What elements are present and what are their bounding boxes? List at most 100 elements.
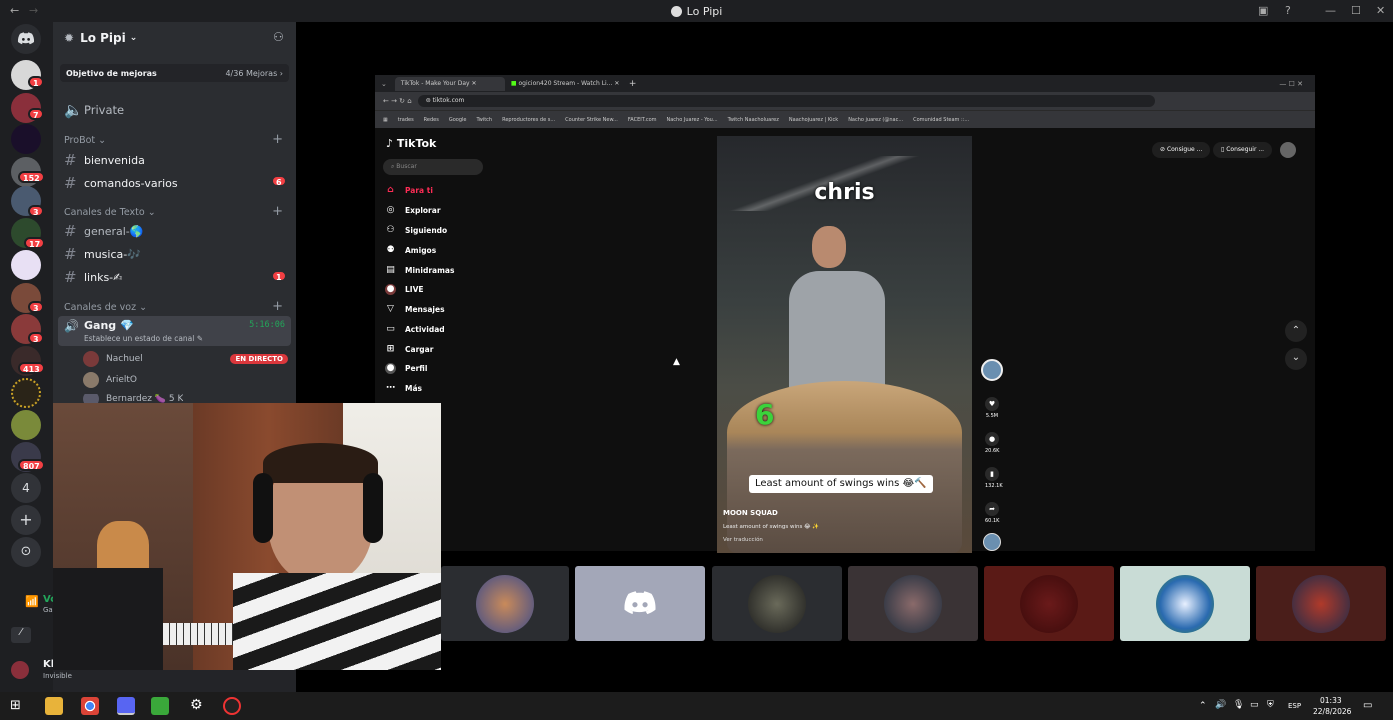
boost-goal[interactable]: Objetivo de mejoras 4/36 Mejoras › bbox=[60, 64, 289, 82]
channel-private[interactable]: 🔈 Private bbox=[64, 101, 124, 119]
bookmark[interactable]: FACEIT.com bbox=[628, 117, 657, 123]
bookmark[interactable]: Redes bbox=[424, 117, 439, 123]
apps-icon[interactable]: ▦ bbox=[383, 117, 388, 123]
explore-icon[interactable]: ⊙ bbox=[11, 537, 41, 567]
server-header[interactable]: ✹ Lo Pipi ⌄ bbox=[64, 31, 137, 45]
participant-tile[interactable] bbox=[1120, 566, 1250, 641]
category-voz[interactable]: Canales de voz ⌄ bbox=[64, 302, 147, 313]
chevron-down-icon[interactable]: ⌄ bbox=[1285, 348, 1307, 370]
tiktok-logo[interactable]: ♪ TikTok bbox=[386, 137, 436, 150]
clock-time[interactable]: 01:33 bbox=[1320, 696, 1342, 705]
tray-chevron-icon[interactable]: ⌃ bbox=[1199, 701, 1207, 711]
chevron-up-icon[interactable]: ⌃ bbox=[1285, 320, 1307, 342]
forward-arrow-icon[interactable]: → bbox=[29, 0, 38, 22]
tiktok-nav-siguiendo[interactable]: ⚇ Siguiendo bbox=[385, 225, 447, 236]
bookmark[interactable]: Counter Strike New... bbox=[565, 117, 618, 123]
avatar[interactable] bbox=[11, 661, 29, 679]
participant-tile[interactable] bbox=[984, 566, 1114, 641]
microphone-icon[interactable]: 🎙 bbox=[1233, 700, 1244, 710]
network-icon[interactable]: ▭ bbox=[1250, 700, 1259, 710]
tiktok-nav-explorar[interactable]: ◎ Explorar bbox=[385, 205, 441, 216]
bookmark[interactable]: Nacho Juarez - You... bbox=[667, 117, 718, 123]
channel-comandos-varios[interactable]: # comandos-varios bbox=[64, 174, 178, 192]
tab-search-icon[interactable]: ⌄ bbox=[381, 80, 387, 88]
tiktok-nav-minidramas[interactable]: ▤ Minidramas bbox=[385, 265, 454, 276]
participant-tile[interactable] bbox=[441, 566, 569, 641]
like-button[interactable]: ♥ 5.5M bbox=[985, 397, 999, 419]
avatar[interactable] bbox=[1280, 142, 1296, 158]
add-channel-icon[interactable]: + bbox=[272, 204, 283, 219]
video-author[interactable]: MOON SQUAD bbox=[723, 509, 778, 517]
help-icon[interactable]: ? bbox=[1285, 0, 1291, 22]
back-arrow-icon[interactable]: ← → ↻ ⌂ bbox=[383, 97, 412, 105]
voice-user[interactable]: Nachuel EN DIRECTO bbox=[83, 351, 288, 367]
tiktok-nav-mas[interactable]: ⋯ Más bbox=[385, 383, 422, 394]
server-icon[interactable] bbox=[11, 124, 41, 154]
voice-channel-gang[interactable]: 🔊 Gang 💎 5:16:06 Establece un estado de … bbox=[58, 316, 291, 346]
tiktok-video[interactable]: chris 6 Least amount of swings wins 😂🔨 M… bbox=[717, 136, 972, 553]
server-icon[interactable] bbox=[11, 410, 41, 440]
server-icon[interactable] bbox=[11, 378, 41, 408]
get-app-button[interactable]: ▯ Conseguir ... bbox=[1213, 142, 1273, 158]
creator-avatar[interactable] bbox=[981, 359, 1003, 381]
tiktok-nav-amigos[interactable]: ⚉ Amigos bbox=[385, 245, 436, 256]
app-icon[interactable] bbox=[151, 697, 169, 715]
windows-start-icon[interactable]: ⊞ bbox=[10, 698, 21, 713]
participant-tile[interactable] bbox=[848, 566, 978, 641]
server-icon[interactable] bbox=[11, 250, 41, 280]
close-icon[interactable]: ✕ bbox=[1376, 0, 1385, 22]
voice-user[interactable]: Bernardez 🍆 5 K bbox=[83, 394, 183, 403]
security-icon[interactable]: ⛨ bbox=[1267, 700, 1274, 710]
save-button[interactable]: ▮ 132.1K bbox=[985, 467, 1003, 489]
category-probot[interactable]: ProBot ⌄ bbox=[64, 135, 106, 146]
bookmark[interactable]: Twitch bbox=[477, 117, 493, 123]
speaker-icon[interactable]: 🔊 bbox=[1215, 700, 1226, 710]
channel-status[interactable]: Establece un estado de canal ✎ bbox=[84, 334, 203, 343]
bookmark[interactable]: Google bbox=[449, 117, 467, 123]
share-button[interactable]: ➦ 60.1K bbox=[985, 502, 999, 524]
settings-icon[interactable]: ⚙ bbox=[190, 697, 203, 713]
minimize-icon[interactable]: — bbox=[1325, 0, 1336, 22]
browser-tab-tiktok[interactable]: TikTok - Make Your Day ✕ bbox=[394, 76, 505, 91]
bookmark[interactable]: Twitch Naacholuarez bbox=[728, 117, 779, 123]
channel-musica[interactable]: # musica-🎶 bbox=[64, 245, 141, 263]
comment-button[interactable]: ● 20.6K bbox=[985, 432, 999, 454]
language-indicator[interactable]: ESP bbox=[1288, 702, 1301, 710]
back-arrow-icon[interactable]: ← bbox=[10, 0, 19, 22]
app-icon[interactable] bbox=[223, 697, 241, 715]
get-coins-button[interactable]: ⊘ Consigue ... bbox=[1152, 142, 1211, 158]
participant-tile[interactable] bbox=[575, 566, 705, 641]
music-disc-icon[interactable] bbox=[983, 533, 1001, 551]
tiktok-nav-live[interactable]: ● LIVE bbox=[385, 284, 424, 295]
bookmark[interactable]: Comunidad Steam ::... bbox=[913, 117, 969, 123]
bookmark[interactable]: Naachojuarez | Kick bbox=[789, 117, 838, 123]
add-server-icon[interactable]: + bbox=[11, 505, 41, 535]
tiktok-nav-para-ti[interactable]: ⌂ Para ti bbox=[385, 185, 433, 196]
tiktok-nav-cargar[interactable]: ⊞ Cargar bbox=[385, 344, 434, 355]
add-channel-icon[interactable]: + bbox=[272, 299, 283, 314]
browser-tab-kick[interactable]: ■ ogicion420 Stream - Watch Li... ✕ bbox=[505, 77, 625, 91]
window-controls-icon[interactable]: — ☐ ✕ bbox=[1279, 80, 1303, 88]
tiktok-nav-mensajes[interactable]: ▽ Mensajes bbox=[385, 304, 445, 315]
maximize-icon[interactable]: ☐ bbox=[1351, 0, 1361, 22]
translate-link[interactable]: Ver traducción bbox=[723, 537, 763, 543]
category-texto[interactable]: Canales de Texto ⌄ bbox=[64, 207, 156, 218]
discord-taskbar-icon[interactable] bbox=[117, 697, 135, 715]
screen-share-icon[interactable]: ⁄ bbox=[11, 627, 31, 643]
inbox-icon[interactable]: ▣ bbox=[1258, 0, 1268, 22]
tiktok-nav-actividad[interactable]: ▭ Actividad bbox=[385, 324, 444, 335]
file-explorer-icon[interactable] bbox=[45, 697, 63, 715]
bookmark[interactable]: Nacho juarez (@nac... bbox=[848, 117, 903, 123]
invite-user-icon[interactable]: ⚇ bbox=[273, 30, 284, 44]
channel-general[interactable]: # general-🌎 bbox=[64, 222, 143, 240]
bookmark[interactable]: trades bbox=[398, 117, 414, 123]
clock-date[interactable]: 22/8/2026 bbox=[1313, 707, 1351, 716]
bookmark[interactable]: Reproductores de s... bbox=[502, 117, 555, 123]
notifications-icon[interactable]: ▭ bbox=[1363, 700, 1372, 711]
discord-home-icon[interactable] bbox=[11, 24, 41, 54]
tiktok-search[interactable]: ⌕ Buscar bbox=[383, 159, 483, 175]
address-bar[interactable]: ⊜ tiktok.com bbox=[417, 95, 1155, 107]
tiktok-nav-perfil[interactable]: ● Perfil bbox=[385, 363, 427, 374]
channel-links[interactable]: # links-✍ bbox=[64, 268, 122, 286]
new-tab-icon[interactable]: + bbox=[629, 79, 637, 89]
